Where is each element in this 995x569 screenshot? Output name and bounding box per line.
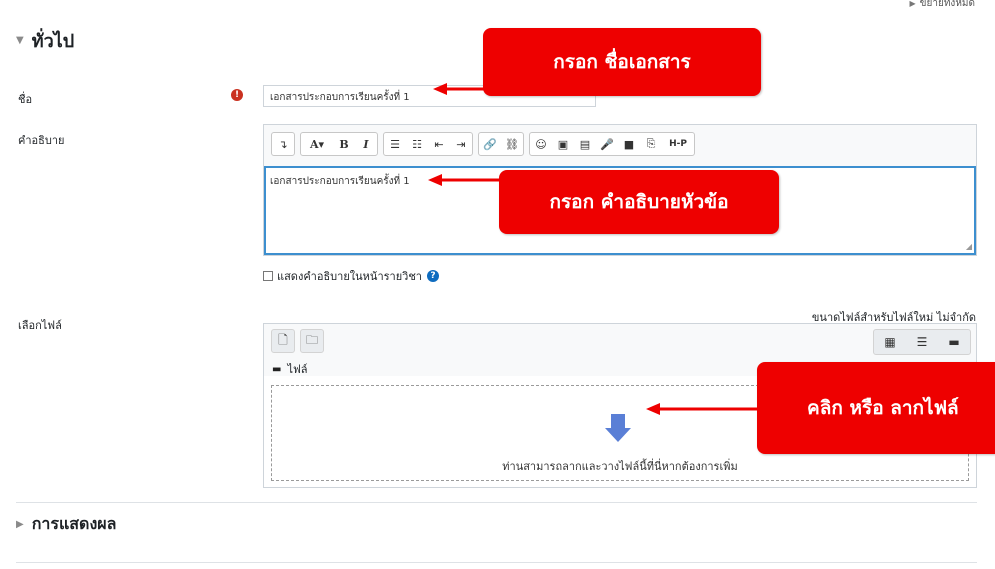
toolbar-group-links: 🔗 ⛓ <box>478 132 524 156</box>
callout-description: กรอก คำอธิบายหัวข้อ <box>499 170 779 234</box>
outdent-icon[interactable]: ⇤ <box>428 133 450 155</box>
indent-icon[interactable]: ⇥ <box>450 133 472 155</box>
record-video-icon[interactable]: ■ <box>618 133 640 155</box>
view-mode-group: ▦ ☰ ▬ <box>873 329 971 355</box>
list-view-icon[interactable]: ☰ <box>906 330 938 354</box>
create-folder-icon[interactable]: 🗀 <box>300 329 324 353</box>
add-file-icon[interactable]: 🗋 <box>271 329 295 353</box>
chevron-right-icon: ▶ <box>16 519 24 530</box>
toolbar-group-lists: ☰ ☷ ⇤ ⇥ <box>383 132 473 156</box>
section-display-title: การแสดงผล <box>31 514 117 533</box>
show-description-checkbox[interactable] <box>263 271 273 281</box>
down-arrow-icon <box>605 414 631 442</box>
triangle-right-icon: ▶ <box>909 0 916 8</box>
section-divider <box>16 562 977 563</box>
section-general-title: ทั่วไป <box>31 31 75 52</box>
toolbar-group-insert: ☺ ▣ ▤ 🎤 ■ ⎘ H-P <box>529 132 695 156</box>
expand-all-label: ขยายทั้งหมด <box>919 0 975 9</box>
name-label: ชื่อ <box>18 93 33 106</box>
media-icon[interactable]: ▤ <box>574 133 596 155</box>
select-files-label: เลือกไฟล์ <box>18 319 62 332</box>
image-icon[interactable]: ▣ <box>552 133 574 155</box>
toolbar-group-style: A▾ B I <box>300 132 378 156</box>
collapse-icon[interactable]: ↴ <box>272 133 294 155</box>
manage-files-icon[interactable]: ⎘ <box>640 133 662 155</box>
dropzone-text: ท่านสามารถลากและวางไฟล์นี้ที่นี่หากต้องก… <box>502 460 738 473</box>
required-icon: ! <box>231 89 243 101</box>
callout-file: คลิก หรือ ลากไฟล์ <box>757 362 995 454</box>
italic-icon[interactable]: I <box>355 133 377 155</box>
expand-all-link[interactable]: ▶ ขยายทั้งหมด <box>910 0 975 11</box>
section-divider <box>16 502 977 503</box>
h5p-icon[interactable]: H-P <box>662 133 694 155</box>
file-path: ▬ ไฟล์ <box>272 360 308 378</box>
resize-handle-icon[interactable]: ◢ <box>966 242 972 251</box>
folder-view-icon[interactable]: ▬ <box>938 330 970 354</box>
font-size-icon[interactable]: A▾ <box>301 133 333 155</box>
file-path-label[interactable]: ไฟล์ <box>287 360 307 378</box>
folder-icon: ▬ <box>272 363 282 375</box>
unlink-icon[interactable]: ⛓ <box>501 133 523 155</box>
emoji-icon[interactable]: ☺ <box>530 133 552 155</box>
callout-name: กรอก ชื่อเอกสาร <box>483 28 761 96</box>
chevron-down-icon: ▼ <box>16 35 24 46</box>
toolbar-group-collapse: ↴ <box>271 132 295 156</box>
description-label: คำอธิบาย <box>18 134 65 147</box>
editor-toolbar: ↴ A▾ B I ☰ ☷ ⇤ ⇥ 🔗 ⛓ ☺ ▣ ▤ 🎤 ■ ⎘ H-P <box>271 132 695 156</box>
grid-view-icon[interactable]: ▦ <box>874 330 906 354</box>
help-icon[interactable]: ? <box>426 270 439 282</box>
bold-icon[interactable]: B <box>333 133 355 155</box>
unordered-list-icon[interactable]: ☰ <box>384 133 406 155</box>
link-icon[interactable]: 🔗 <box>479 133 501 155</box>
show-description-option: แสดงคำอธิบายในหน้ารายวิชา ? <box>263 267 439 285</box>
section-display-header[interactable]: ▶ การแสดงผล <box>16 512 116 537</box>
section-general-header[interactable]: ▼ ทั่วไป <box>16 26 74 55</box>
description-text: เอกสารประกอบการเรียนครั้งที่ 1 <box>270 176 410 187</box>
record-audio-icon[interactable]: 🎤 <box>596 133 618 155</box>
show-description-label: แสดงคำอธิบายในหน้ารายวิชา <box>277 270 422 283</box>
ordered-list-icon[interactable]: ☷ <box>406 133 428 155</box>
